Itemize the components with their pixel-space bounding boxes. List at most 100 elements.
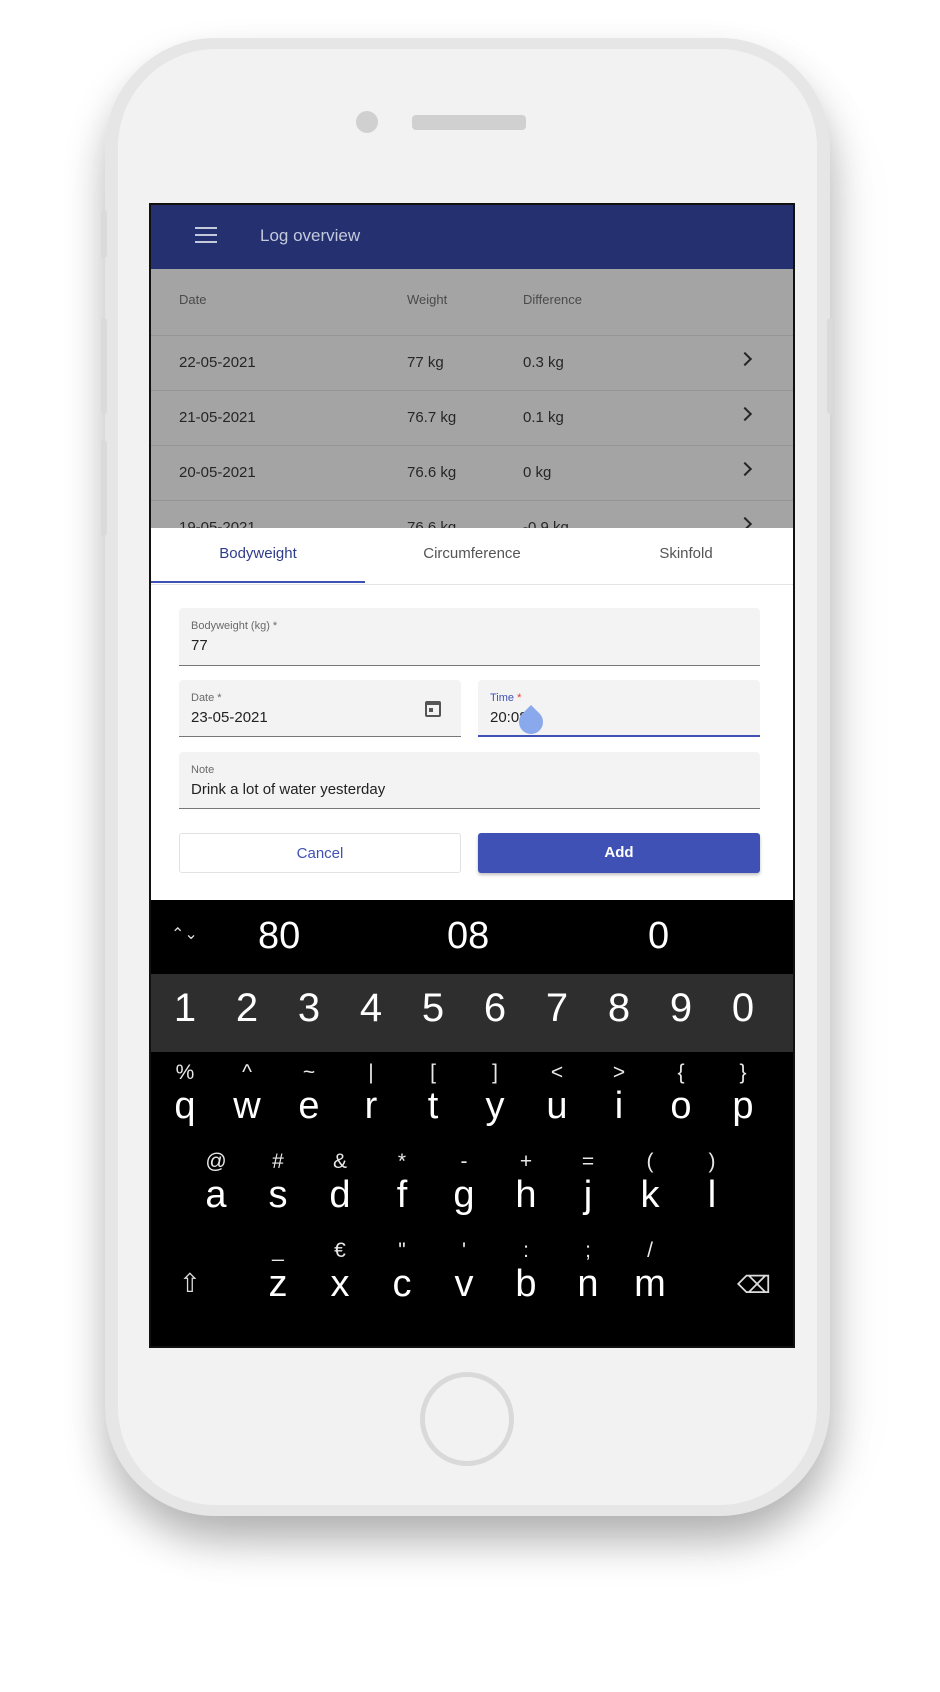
key-y[interactable]: ] y [473, 1060, 517, 1126]
key-u[interactable]: < u [535, 1060, 579, 1126]
key-o[interactable]: {o [659, 1060, 703, 1126]
key-primary: r [364, 1085, 378, 1127]
row-date: 20-05-2021 [179, 464, 256, 481]
tab-bodyweight[interactable]: Bodyweight [151, 528, 365, 584]
key-q[interactable]: % q [163, 1060, 207, 1126]
shift-icon[interactable]: ⇧ [179, 1270, 201, 1296]
key-8[interactable]: 8 [599, 986, 639, 1031]
note-value: Drink a lot of water yesterday [191, 781, 386, 798]
key-b[interactable]: :b [504, 1238, 548, 1304]
column-header-difference: Difference [523, 292, 583, 307]
key-x[interactable]: € x [318, 1238, 362, 1304]
page-title: Log overview [260, 226, 361, 245]
key-n[interactable]: ; n [566, 1238, 610, 1304]
tab-circumference[interactable]: Circumference [365, 528, 579, 584]
time-label: Time * [490, 692, 521, 704]
key-v[interactable]: ' v [442, 1238, 486, 1304]
note-label: Note [191, 764, 215, 776]
key-secondary: ) [708, 1150, 716, 1173]
key-j[interactable]: = j [566, 1149, 610, 1215]
date-field[interactable]: Date * 23-05-2021 [179, 680, 461, 737]
key-2[interactable]: 2 [227, 986, 267, 1031]
menu-icon[interactable] [195, 227, 217, 245]
row-weight: 77 kg [407, 354, 444, 371]
key-s[interactable]: # s [256, 1149, 300, 1215]
key-secondary: ' [461, 1239, 466, 1262]
key-i[interactable]: > i [597, 1060, 641, 1126]
key-r[interactable]: | r [349, 1060, 393, 1126]
key-9[interactable]: 9 [661, 986, 701, 1031]
backspace-icon[interactable]: ⌫ [737, 1271, 771, 1300]
power-button [827, 318, 833, 414]
chevron-right-icon[interactable] [737, 351, 753, 367]
key-3[interactable]: 3 [289, 986, 329, 1031]
row-date: 21-05-2021 [179, 409, 256, 426]
active-tab-indicator [151, 581, 365, 583]
key-secondary: _ [272, 1239, 284, 1262]
cancel-button[interactable]: Cancel [179, 833, 461, 873]
tab-skinfold[interactable]: Skinfold [579, 528, 793, 584]
key-1[interactable]: 1 [165, 986, 205, 1031]
key-primary: o [670, 1085, 692, 1127]
key-secondary: * [397, 1150, 407, 1173]
key-secondary: [ [430, 1061, 436, 1084]
add-button[interactable]: Add [478, 833, 760, 873]
key-t[interactable]: [t [411, 1060, 455, 1126]
letter-row-2: @ a # s & d * f -g + h = j (k ) l [151, 1149, 793, 1241]
suggestion-item[interactable]: 08 [447, 915, 489, 958]
key-primary: w [233, 1085, 261, 1127]
table-row[interactable]: 21-05-2021 76.7 kg 0.1 kg [151, 391, 793, 446]
key-secondary: € [334, 1239, 346, 1262]
calendar-icon[interactable] [425, 701, 441, 717]
row-weight: 76.6 kg [407, 464, 457, 481]
app-screen: Log overview Date Weight Difference 22-0… [149, 203, 795, 1348]
key-f[interactable]: * f [380, 1149, 424, 1215]
key-g[interactable]: -g [442, 1149, 486, 1215]
expand-suggestions-icon[interactable]: ⌃⌄ [171, 924, 198, 944]
key-z[interactable]: _ z [256, 1238, 300, 1304]
key-e[interactable]: ~ e [287, 1060, 331, 1126]
date-label: Date * [191, 692, 222, 704]
key-primary: b [515, 1263, 537, 1305]
key-primary: c [392, 1263, 412, 1305]
table-row[interactable]: 22-05-2021 77 kg 0.3 kg [151, 336, 793, 391]
column-header-date: Date [179, 292, 207, 307]
chevron-right-icon[interactable] [737, 406, 753, 422]
key-4[interactable]: 4 [351, 986, 391, 1031]
key-primary: j [583, 1174, 593, 1216]
key-secondary: & [332, 1150, 347, 1173]
key-secondary: # [272, 1150, 284, 1173]
key-m[interactable]: / m [628, 1238, 672, 1304]
key-k[interactable]: (k [628, 1149, 672, 1215]
bodyweight-field[interactable]: Bodyweight (kg) * 77 [179, 608, 760, 666]
note-field[interactable]: Note Drink a lot of water yesterday [179, 752, 760, 809]
key-6[interactable]: 6 [475, 986, 515, 1031]
key-primary: l [707, 1174, 717, 1216]
time-label-text: Time [490, 692, 515, 704]
chevron-right-icon[interactable] [737, 461, 753, 477]
mute-switch [101, 210, 107, 258]
key-w[interactable]: ^ w [225, 1060, 269, 1126]
key-a[interactable]: @ a [194, 1149, 238, 1215]
key-d[interactable]: & d [318, 1149, 362, 1215]
table-row[interactable]: 20-05-2021 76.6 kg 0 kg [151, 446, 793, 501]
key-secondary: { [677, 1061, 685, 1084]
row-difference: 0.3 kg [523, 354, 564, 371]
key-0[interactable]: 0 [723, 986, 763, 1031]
key-p[interactable]: } p [721, 1060, 765, 1126]
key-primary: y [485, 1085, 505, 1127]
key-5[interactable]: 5 [413, 986, 453, 1031]
row-date: 22-05-2021 [179, 354, 256, 371]
key-primary: f [396, 1174, 408, 1216]
home-button[interactable] [420, 1372, 514, 1466]
key-primary: e [298, 1085, 320, 1127]
key-c[interactable]: " c [380, 1238, 424, 1304]
bodyweight-label: Bodyweight (kg) * [191, 620, 278, 632]
key-secondary: " [398, 1239, 406, 1262]
suggestion-item[interactable]: 80 [258, 915, 300, 958]
key-h[interactable]: + h [504, 1149, 548, 1215]
volume-up-button [101, 318, 107, 414]
key-l[interactable]: ) l [690, 1149, 734, 1215]
suggestion-item[interactable]: 0 [648, 915, 669, 958]
key-7[interactable]: 7 [537, 986, 577, 1031]
